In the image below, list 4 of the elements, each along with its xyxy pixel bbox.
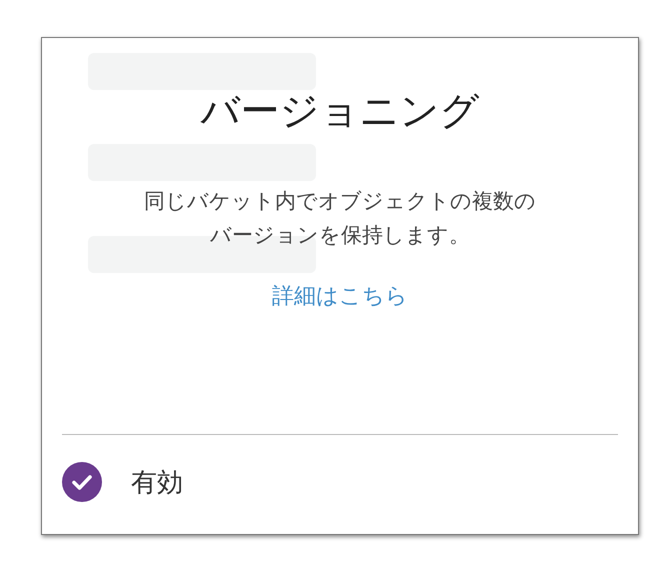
description-text: 同じバケット内でオブジェクトの複数のバージョンを保持します。 [144, 188, 536, 249]
dialog-title: バージョニング [200, 88, 480, 136]
checkbox-label: 有効 [131, 466, 183, 500]
learn-more-link[interactable]: 詳細はこちら [272, 282, 408, 312]
